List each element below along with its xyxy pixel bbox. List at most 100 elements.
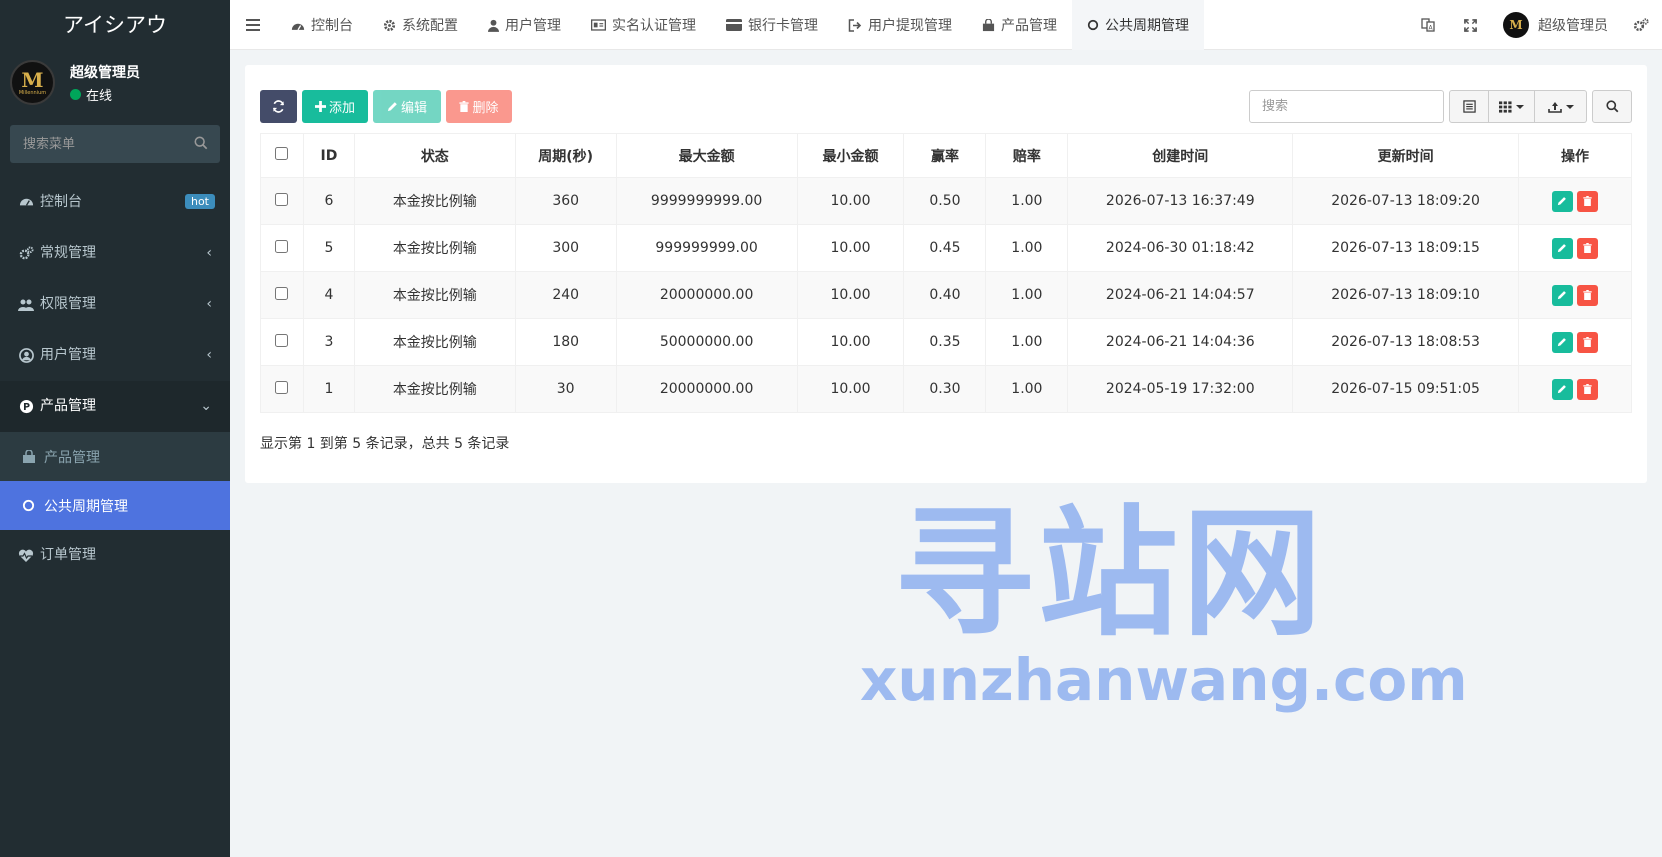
menu-toggle-button[interactable] <box>230 0 276 50</box>
menu-search-input[interactable] <box>10 125 220 163</box>
toggle-view-button[interactable] <box>1449 90 1489 123</box>
sidebar-menu-after: 订单管理 <box>0 530 230 581</box>
cell-status: 本金按比例输 <box>353 365 516 413</box>
cog-icon <box>383 19 396 32</box>
tab-bank-card[interactable]: 银行卡管理 <box>711 0 833 50</box>
column-header[interactable]: 赔率 <box>985 133 1069 178</box>
row-delete-button[interactable] <box>1576 237 1598 259</box>
cell-id: 3 <box>302 318 355 366</box>
row-delete-button[interactable] <box>1576 284 1598 306</box>
row-edit-button[interactable] <box>1551 190 1573 212</box>
cell-id: 6 <box>302 177 355 225</box>
user-circle-icon <box>18 348 34 364</box>
row-checkbox[interactable] <box>275 380 289 394</box>
chevron-left-icon: ‹ <box>206 296 212 312</box>
column-header[interactable]: 赢率 <box>903 133 987 178</box>
column-header[interactable]: 创建时间 <box>1067 133 1294 178</box>
search-icon[interactable] <box>194 136 208 150</box>
column-header[interactable]: 更新时间 <box>1292 133 1519 178</box>
cell-odds: 1.00 <box>985 318 1069 366</box>
columns-button[interactable] <box>1489 90 1535 123</box>
table-search-input[interactable] <box>1249 90 1444 123</box>
cell-max: 999999999.00 <box>615 224 798 272</box>
refresh-button[interactable] <box>260 90 297 123</box>
avatar: M <box>1503 12 1529 38</box>
row-delete-button[interactable] <box>1576 190 1598 212</box>
sidebar-item-dashboard[interactable]: 控制台 hot <box>0 177 230 228</box>
sidebar-item-general[interactable]: 常规管理 ‹ <box>0 228 230 279</box>
row-delete-button[interactable] <box>1576 331 1598 353</box>
cell-odds: 1.00 <box>985 271 1069 319</box>
hot-badge: hot <box>184 194 215 209</box>
cell-win: 0.45 <box>903 224 987 272</box>
table-row[interactable]: 5 本金按比例输 300 999999999.00 10.00 0.45 1.00 2024-… <box>260 224 1633 272</box>
app-logo[interactable]: アイシアウ <box>0 0 230 50</box>
column-header[interactable]: 状态 <box>353 133 516 178</box>
table-row[interactable]: 3 本金按比例输 180 50000000.00 10.00 0.35 1.00 2024-0… <box>260 318 1633 366</box>
row-edit-button[interactable] <box>1551 284 1573 306</box>
export-button[interactable] <box>1535 90 1587 123</box>
cell-id: 4 <box>302 271 355 319</box>
cell-status: 本金按比例输 <box>353 177 516 225</box>
table-row[interactable]: 1 本金按比例输 30 20000000.00 10.00 0.30 1.00 2024-05… <box>260 365 1633 413</box>
trash-icon <box>1583 337 1592 347</box>
sign-out-icon <box>848 18 862 32</box>
sidebar-item-orders[interactable]: 订单管理 <box>0 530 230 581</box>
dashboard-icon <box>18 195 34 211</box>
table-row[interactable]: 4 本金按比例输 240 20000000.00 10.00 0.40 1.00 2024-0… <box>260 271 1633 319</box>
row-edit-button[interactable] <box>1551 237 1573 259</box>
tab-user-management[interactable]: 用户管理 <box>473 0 576 50</box>
sidebar-subitem-product-management[interactable]: 产品管理 <box>0 432 230 481</box>
row-checkbox[interactable] <box>275 192 289 206</box>
fullscreen-button[interactable] <box>1449 0 1491 50</box>
language-button[interactable]: A <box>1407 0 1449 50</box>
pagination-info: 显示第 1 到第 5 条记录，总共 5 条记录 <box>260 436 510 452</box>
tab-system-config[interactable]: 系统配置 <box>368 0 473 50</box>
sidebar-menu: 控制台 hot 常规管理 ‹ 权限管理 ‹ 用户管理 ‹ P 产品管理 ⌄ <box>0 177 230 432</box>
column-header[interactable]: ID <box>302 133 355 178</box>
cell-status: 本金按比例输 <box>353 224 516 272</box>
tab-user-withdrawal[interactable]: 用户提现管理 <box>833 0 967 50</box>
top-header: 控制台 系统配置 用户管理 实名认证管理 银行卡管理 用户提现管理 产品管理 公… <box>230 0 1662 50</box>
delete-button[interactable]: 删除 <box>446 90 512 123</box>
table-row[interactable]: 6 本金按比例输 360 9999999999.00 10.00 0.50 1.00 2026… <box>260 177 1633 225</box>
sidebar-item-products[interactable]: P 产品管理 ⌄ <box>0 381 230 432</box>
row-checkbox[interactable] <box>275 239 289 253</box>
sidebar-subitem-public-cycle[interactable]: 公共周期管理 <box>0 481 230 530</box>
column-header[interactable]: 最大金额 <box>615 133 798 178</box>
tab-dashboard[interactable]: 控制台 <box>276 0 368 50</box>
cell-created: 2026-07-13 16:37:49 <box>1067 177 1294 225</box>
cell-updated: 2026-07-13 18:09:15 <box>1292 224 1519 272</box>
table-tools-right <box>1249 90 1632 123</box>
add-button[interactable]: 添加 <box>302 90 368 123</box>
row-delete-button[interactable] <box>1576 378 1598 400</box>
column-header[interactable]: 周期(秒) <box>514 133 617 178</box>
tab-products[interactable]: 产品管理 <box>967 0 1072 50</box>
row-checkbox[interactable] <box>275 333 289 347</box>
shopping-bag-icon <box>982 18 995 32</box>
pencil-icon <box>1558 197 1567 206</box>
row-edit-button[interactable] <box>1551 378 1573 400</box>
advanced-search-button[interactable] <box>1592 90 1632 123</box>
table-header-row: ID 状态 周期(秒) 最大金额 最小金额 赢率 赔率 创建时间 更新时间 操作 <box>260 133 1633 178</box>
select-all-checkbox[interactable] <box>275 147 289 160</box>
translate-icon: A <box>1421 18 1435 32</box>
header-user-menu[interactable]: M 超级管理员 <box>1491 12 1620 38</box>
row-checkbox[interactable] <box>275 286 289 300</box>
trash-icon <box>1583 290 1592 300</box>
select-all-cell <box>260 133 304 178</box>
cell-win: 0.40 <box>903 271 987 319</box>
tab-public-cycle[interactable]: 公共周期管理 <box>1072 0 1204 50</box>
cell-win: 0.30 <box>903 365 987 413</box>
sidebar-item-permission[interactable]: 权限管理 ‹ <box>0 279 230 330</box>
settings-button[interactable] <box>1620 0 1662 50</box>
sidebar-item-users[interactable]: 用户管理 ‹ <box>0 330 230 381</box>
row-edit-button[interactable] <box>1551 331 1573 353</box>
edit-button[interactable]: 编辑 <box>373 90 441 123</box>
trash-icon <box>1583 384 1592 394</box>
cell-actions <box>1517 224 1633 272</box>
pencil-icon <box>1558 291 1567 300</box>
tab-real-name-auth[interactable]: 实名认证管理 <box>576 0 711 50</box>
menu-search <box>10 125 220 163</box>
column-header[interactable]: 最小金额 <box>796 133 905 178</box>
